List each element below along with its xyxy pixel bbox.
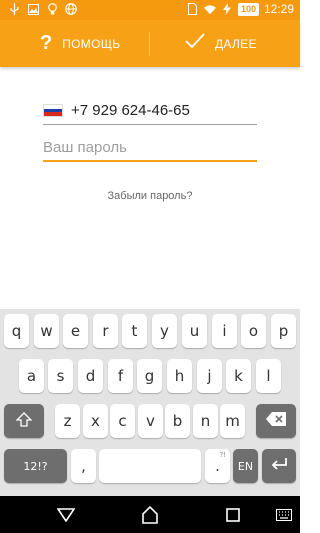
keyboard-icon[interactable] (270, 501, 298, 529)
wifi-icon (203, 3, 216, 15)
enter-key[interactable] (262, 449, 296, 483)
sim-icon (187, 3, 199, 15)
bulb-icon (46, 3, 58, 15)
key-t[interactable]: t (122, 314, 147, 348)
period-key-label: . (215, 457, 220, 475)
password-field-container (43, 134, 257, 162)
key-n[interactable]: n (193, 404, 218, 438)
comma-key[interactable]: , (71, 449, 96, 483)
key-e[interactable]: e (63, 314, 88, 348)
key-b[interactable]: b (165, 404, 190, 438)
phone-field[interactable]: +7 929 624-46-65 (43, 97, 257, 125)
navigation-bar (0, 496, 300, 533)
key-k[interactable]: k (226, 359, 251, 393)
language-key[interactable]: EN (233, 449, 258, 483)
shift-icon (15, 411, 33, 431)
action-bar: ? ПОМОЩЬ ДАЛЕЕ (0, 20, 300, 67)
checkmark-icon (185, 33, 205, 54)
phone-number: +7 929 624-46-65 (71, 102, 190, 119)
usb-icon (8, 3, 20, 15)
key-d[interactable]: d (78, 359, 103, 393)
backspace-icon (266, 412, 286, 430)
key-v[interactable]: v (138, 404, 163, 438)
key-q[interactable]: q (4, 314, 29, 348)
russia-flag-icon[interactable] (43, 104, 63, 117)
charging-icon (221, 3, 233, 15)
key-o[interactable]: o (241, 314, 266, 348)
key-y[interactable]: y (152, 314, 177, 348)
battery-indicator: 100 (237, 2, 259, 16)
key-a[interactable]: a (19, 359, 44, 393)
key-x[interactable]: x (83, 404, 108, 438)
key-c[interactable]: c (110, 404, 135, 438)
key-u[interactable]: u (182, 314, 207, 348)
key-l[interactable]: l (256, 359, 281, 393)
space-key[interactable] (99, 449, 201, 483)
enter-icon (270, 457, 288, 475)
image-icon (27, 3, 39, 15)
help-button[interactable]: ? ПОМОЩЬ (40, 20, 120, 67)
backspace-key[interactable] (256, 404, 296, 438)
action-bar-divider (149, 32, 150, 56)
key-w[interactable]: w (34, 314, 59, 348)
symbols-key[interactable]: 12!? (4, 449, 67, 483)
forgot-password-link[interactable]: Забыли пароль? (0, 190, 300, 202)
soft-keyboard: q w e r t y u i o p a s d f g h j k l z … (0, 309, 300, 496)
key-j[interactable]: j (197, 359, 222, 393)
clock: 12:29 (263, 2, 294, 16)
home-icon[interactable] (136, 501, 164, 529)
recents-icon[interactable] (219, 501, 247, 529)
status-bar: 100 12:29 (0, 0, 300, 20)
period-key[interactable]: . ?! (205, 449, 230, 483)
key-h[interactable]: h (167, 359, 192, 393)
key-g[interactable]: g (137, 359, 162, 393)
screen: 100 12:29 ? ПОМОЩЬ ДАЛЕЕ +7 929 624-46-6… (0, 0, 300, 533)
key-i[interactable]: i (212, 314, 237, 348)
next-label: ДАЛЕЕ (215, 36, 257, 51)
key-m[interactable]: m (220, 404, 245, 438)
question-icon: ? (40, 32, 53, 54)
help-label: ПОМОЩЬ (62, 36, 121, 51)
key-z[interactable]: z (55, 404, 80, 438)
globe-icon (65, 3, 77, 15)
key-s[interactable]: s (48, 359, 73, 393)
key-p[interactable]: p (271, 314, 296, 348)
back-icon[interactable] (52, 501, 80, 529)
period-key-sub: ?! (219, 451, 226, 459)
shift-key[interactable] (4, 404, 44, 438)
password-input[interactable] (43, 138, 257, 156)
key-r[interactable]: r (93, 314, 118, 348)
key-f[interactable]: f (108, 359, 133, 393)
next-button[interactable]: ДАЛЕЕ (185, 20, 257, 67)
